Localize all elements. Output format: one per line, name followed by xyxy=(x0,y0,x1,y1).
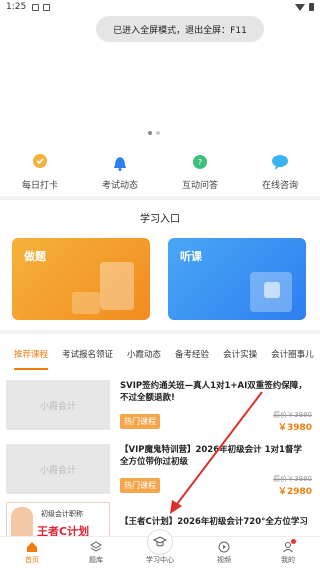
tab-accounting-circle[interactable]: 会计圈事儿 xyxy=(271,348,314,360)
current-price: ￥3980 xyxy=(277,423,312,433)
phone-illustration-icon xyxy=(100,262,134,310)
learning-entry-section: 学习入口 做题 听课 xyxy=(0,200,320,330)
tab-accounting-practice[interactable]: 会计实操 xyxy=(223,348,257,360)
course-title: SVIP签约通关班—真人1对1+AI双重签约保障，不过全额退款! xyxy=(120,381,307,403)
course-item[interactable]: 小霞会计 【VIP魔鬼特训营】2026年初级会计 1对1督学 全方位带你过初级 … xyxy=(0,438,320,500)
home-icon xyxy=(27,542,37,552)
card-decoration xyxy=(72,292,100,314)
nav-label: 我的 xyxy=(281,556,295,564)
quick-nav-qa[interactable]: ? 互动问答 xyxy=(160,142,240,196)
quick-nav-label: 在线咨询 xyxy=(261,181,298,191)
tab-news[interactable]: 小霞动态 xyxy=(127,348,161,360)
quick-nav-label: 每日打卡 xyxy=(21,181,58,191)
quick-nav: 每日打卡 考试动态 ? 互动问答 在线咨询 xyxy=(0,142,320,196)
chat-icon xyxy=(272,155,288,170)
banner-dot[interactable] xyxy=(156,131,160,135)
quick-nav-daily-checkin[interactable]: 每日打卡 xyxy=(0,142,80,196)
fullscreen-toast: 已进入全屏模式，退出全屏：F11 xyxy=(96,16,264,42)
nav-home[interactable]: 首页 xyxy=(0,537,64,568)
wifi-icon xyxy=(295,3,305,11)
question-bank-icon xyxy=(90,541,102,552)
play-icon xyxy=(264,282,280,298)
quick-nav-label: 互动问答 xyxy=(181,181,218,191)
original-price: 原价￥3980 xyxy=(273,475,312,483)
section-title: 学习入口 xyxy=(140,214,180,225)
video-icon xyxy=(218,541,230,553)
original-price: 原价￥3980 xyxy=(273,411,312,419)
course-item[interactable]: 小霞会计 SVIP签约通关班—真人1对1+AI双重签约保障，不过全额退款! 热门… xyxy=(0,374,320,436)
status-time: 1:25 xyxy=(6,2,27,12)
notification-dot xyxy=(291,539,296,544)
status-bar: 1:25 xyxy=(0,0,320,14)
nav-learning-center[interactable]: 学习中心 xyxy=(128,529,192,568)
battery-icon xyxy=(309,3,314,11)
nav-video[interactable]: 视频 xyxy=(192,537,256,568)
course-thumbnail: 初级会计职称 王者C计划 xyxy=(6,502,110,540)
bottom-navigation: 首页 题库 学习中心 视频 我的 xyxy=(0,529,320,568)
course-thumbnail: 小霞会计 xyxy=(6,380,110,430)
course-title: 【王者C计划】2026年初级会计720°全方位学习 xyxy=(120,517,308,527)
current-price: ￥2980 xyxy=(277,487,312,497)
svg-text:?: ? xyxy=(198,158,202,167)
nav-question-bank[interactable]: 题库 xyxy=(64,537,128,568)
hot-course-badge: 热门课程 xyxy=(120,414,160,429)
tab-recommended[interactable]: 推荐课程 xyxy=(14,348,49,370)
bell-icon xyxy=(114,157,126,171)
hot-course-badge: 热门课程 xyxy=(120,478,160,493)
course-list: 小霞会计 SVIP签约通关班—真人1对1+AI双重签约保障，不过全额退款! 热门… xyxy=(0,374,320,540)
banner-dot[interactable] xyxy=(148,131,152,135)
listen-entry-card[interactable]: 听课 xyxy=(168,238,306,320)
quick-nav-online-consult[interactable]: 在线咨询 xyxy=(240,142,320,196)
qa-icon: ? xyxy=(193,155,207,169)
nav-profile[interactable]: 我的 xyxy=(256,537,320,568)
tab-exam-registration[interactable]: 考试报名领证 xyxy=(62,348,113,360)
quick-nav-exam-news[interactable]: 考试动态 xyxy=(80,142,160,196)
teacher-avatar xyxy=(11,507,33,537)
nav-label: 题库 xyxy=(89,556,103,564)
card-label: 听课 xyxy=(180,250,202,263)
checkin-icon xyxy=(33,154,47,168)
course-title: 【VIP魔鬼特训营】2026年初级会计 1对1督学 全方位带你过初级 xyxy=(120,445,302,467)
gallery-icon xyxy=(32,3,40,11)
banner-pagination xyxy=(148,131,160,135)
nav-label: 视频 xyxy=(217,556,231,564)
tab-exam-experience[interactable]: 备考经验 xyxy=(175,348,209,360)
graduation-cap-icon xyxy=(153,536,167,547)
course-thumbnail: 小霞会计 xyxy=(6,444,110,494)
card-label: 做题 xyxy=(24,250,46,263)
learning-center-circle xyxy=(147,529,173,555)
nav-label: 首页 xyxy=(25,556,39,564)
app-icon xyxy=(43,3,51,11)
nav-label: 学习中心 xyxy=(146,556,174,564)
course-category-tabs: 推荐课程 考试报名领证 小霞动态 备考经验 会计实操 会计圈事儿 xyxy=(0,334,320,374)
quick-nav-label: 考试动态 xyxy=(101,181,138,191)
system-status-icons xyxy=(295,3,314,11)
practice-entry-card[interactable]: 做题 xyxy=(12,238,150,320)
notification-icons xyxy=(32,3,51,11)
thumbnail-subtitle: 初级会计职称 xyxy=(41,510,83,518)
